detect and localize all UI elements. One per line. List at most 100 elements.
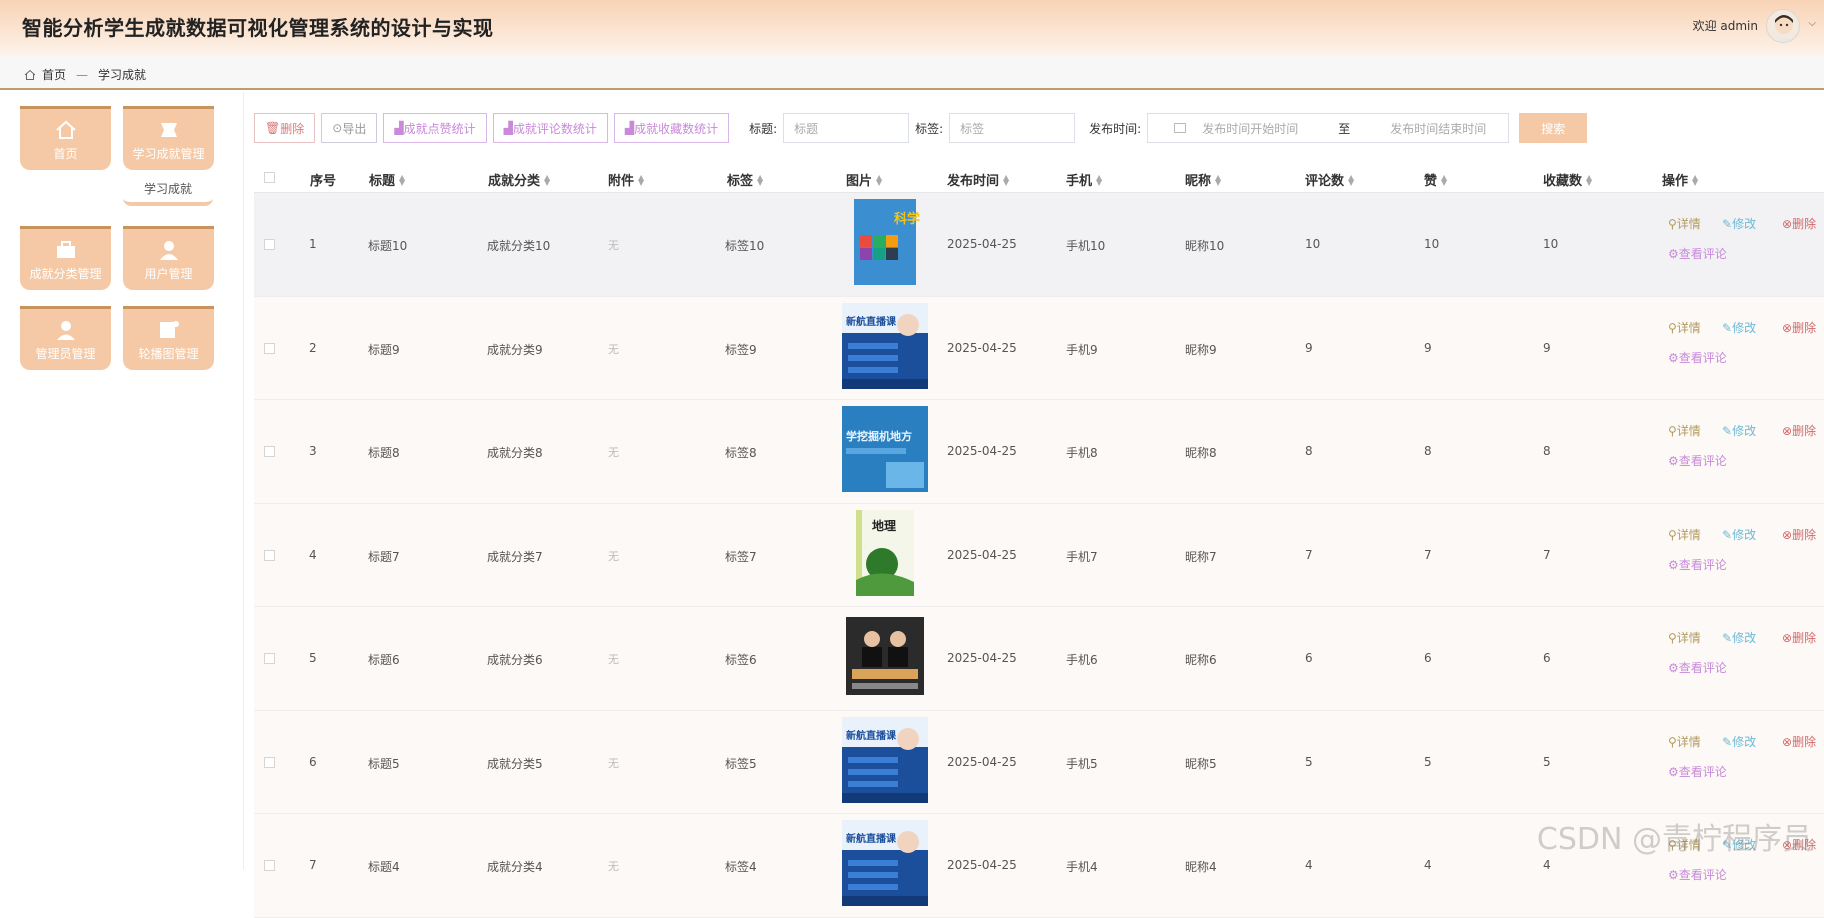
sort-icon[interactable]: ▲▼ [544, 175, 550, 185]
search-icon: ⚲ [1668, 528, 1677, 542]
delete-link[interactable]: ⊗删除 [1782, 733, 1816, 750]
tag-filter-input[interactable]: 标签 [949, 113, 1075, 143]
row-date: 2025-04-25 [947, 755, 1017, 769]
view-comments-link[interactable]: ⚙查看评论 [1668, 349, 1727, 366]
sidebar-item-categories[interactable]: 成就分类管理 [20, 226, 111, 290]
view-comments-link[interactable]: ⚙查看评论 [1668, 866, 1727, 883]
row-checkbox[interactable] [264, 653, 275, 664]
view-comments-link[interactable]: ⚙查看评论 [1668, 245, 1727, 262]
sort-icon[interactable]: ▲▼ [1586, 175, 1592, 185]
favorite-stats-button[interactable]: ▟成就收藏数统计 [614, 113, 729, 143]
column-header[interactable]: 标签▲▼ [727, 170, 763, 189]
detail-label: 详情 [1677, 321, 1701, 335]
edit-link[interactable]: ✎修改 [1722, 526, 1756, 543]
column-header[interactable]: 发布时间▲▼ [947, 170, 1009, 189]
sort-icon[interactable]: ▲▼ [876, 175, 882, 185]
sidebar-submenu-achievements[interactable]: 学习成就 [123, 176, 213, 206]
detail-link[interactable]: ⚲详情 [1668, 319, 1701, 336]
row-thumbnail[interactable]: 科学 [842, 199, 928, 285]
detail-link[interactable]: ⚲详情 [1668, 422, 1701, 439]
search-icon: ⚲ [1668, 321, 1677, 335]
search-button[interactable]: 搜索 [1519, 113, 1587, 143]
like-stats-button[interactable]: ▟成就点赞统计 [383, 113, 486, 143]
view-comments-link[interactable]: ⚙查看评论 [1668, 659, 1727, 676]
view-comments-link[interactable]: ⚙查看评论 [1668, 763, 1727, 780]
row-thumbnail[interactable]: 学挖掘机地方 [842, 406, 928, 492]
row-thumbnail[interactable] [842, 613, 928, 699]
row-nickname: 昵称10 [1185, 237, 1224, 254]
svg-text:地理: 地理 [872, 518, 896, 533]
detail-link[interactable]: ⚲详情 [1668, 215, 1701, 232]
column-header[interactable]: 操作▲▼ [1662, 170, 1698, 189]
sort-icon[interactable]: ▲▼ [1003, 175, 1009, 185]
row-thumbnail[interactable]: 地理 [842, 510, 928, 596]
column-header[interactable]: 昵称▲▼ [1185, 170, 1221, 189]
table-row[interactable]: 6 标题5 成就分类5 无 标签5 新航直播课 2025-04-25 手机5 昵… [254, 711, 1824, 815]
row-thumbnail[interactable]: 新航直播课 [842, 717, 928, 803]
table-row[interactable]: 5 标题6 成就分类6 无 标签6 2025-04-25 手机6 昵称6 6 6… [254, 607, 1824, 711]
detail-link[interactable]: ⚲详情 [1668, 629, 1701, 646]
sidebar-item-admins[interactable]: 管理员管理 [20, 306, 111, 370]
detail-link[interactable]: ⚲详情 [1668, 526, 1701, 543]
title-filter-input[interactable]: 标题 [783, 113, 909, 143]
delete-link[interactable]: ⊗删除 [1782, 422, 1816, 439]
row-thumbnail[interactable]: 新航直播课 [842, 303, 928, 389]
sort-icon[interactable]: ▲▼ [1215, 175, 1221, 185]
column-header[interactable]: 图片▲▼ [846, 170, 882, 189]
end-date-input[interactable]: 发布时间结束时间 [1390, 120, 1486, 137]
view-comments-link[interactable]: ⚙查看评论 [1668, 452, 1727, 469]
column-header[interactable]: 赞▲▼ [1424, 170, 1447, 189]
edit-link[interactable]: ✎修改 [1722, 215, 1756, 232]
delete-button[interactable]: 🗑删除 [254, 113, 315, 143]
close-circle-icon: ⊗ [1782, 424, 1792, 438]
delete-link[interactable]: ⊗删除 [1782, 215, 1816, 232]
breadcrumb-home[interactable]: 首页 [42, 66, 66, 83]
edit-link[interactable]: ✎修改 [1722, 629, 1756, 646]
column-header[interactable]: 标题▲▼ [369, 170, 405, 189]
sort-icon[interactable]: ▲▼ [638, 175, 644, 185]
avatar[interactable] [1766, 9, 1800, 43]
row-checkbox[interactable] [264, 239, 275, 250]
export-button[interactable]: ⊙导出 [321, 113, 377, 143]
column-header[interactable]: 成就分类▲▼ [488, 170, 550, 189]
view-comments-label: 查看评论 [1679, 247, 1727, 261]
edit-link[interactable]: ✎修改 [1722, 733, 1756, 750]
delete-link[interactable]: ⊗删除 [1782, 526, 1816, 543]
row-checkbox[interactable] [264, 343, 275, 354]
sidebar-item-users[interactable]: 用户管理 [123, 226, 214, 290]
sort-icon[interactable]: ▲▼ [399, 175, 405, 185]
delete-link[interactable]: ⊗删除 [1782, 629, 1816, 646]
sort-icon[interactable]: ▲▼ [1692, 175, 1698, 185]
row-thumbnail[interactable]: 新航直播课 [842, 820, 928, 906]
start-date-input[interactable]: 发布时间开始时间 [1202, 120, 1298, 137]
sort-icon[interactable]: ▲▼ [1441, 175, 1447, 185]
column-header[interactable]: 评论数▲▼ [1305, 170, 1354, 189]
sort-icon[interactable]: ▲▼ [757, 175, 763, 185]
sort-icon[interactable]: ▲▼ [1348, 175, 1354, 185]
sidebar-item-achievements[interactable]: 学习成就管理 [123, 106, 214, 170]
delete-link[interactable]: ⊗删除 [1782, 319, 1816, 336]
column-header[interactable]: 附件▲▼ [608, 170, 644, 189]
column-header[interactable]: 收藏数▲▼ [1543, 170, 1592, 189]
edit-link[interactable]: ✎修改 [1722, 319, 1756, 336]
row-checkbox[interactable] [264, 860, 275, 871]
chevron-down-icon[interactable]: ⌵ [1808, 18, 1816, 29]
row-checkbox[interactable] [264, 550, 275, 561]
row-checkbox[interactable] [264, 757, 275, 768]
table-row[interactable]: 3 标题8 成就分类8 无 标签8 学挖掘机地方 2025-04-25 手机8 … [254, 400, 1824, 504]
user-icon [158, 239, 180, 261]
column-header[interactable]: 手机▲▼ [1066, 170, 1102, 189]
detail-link[interactable]: ⚲详情 [1668, 733, 1701, 750]
table-row[interactable]: 4 标题7 成就分类7 无 标签7 地理 2025-04-25 手机7 昵称7 … [254, 504, 1824, 608]
table-row[interactable]: 2 标题9 成就分类9 无 标签9 新航直播课 2025-04-25 手机9 昵… [254, 297, 1824, 401]
table-row[interactable]: 1 标题10 成就分类10 无 标签10 科学 2025-04-25 手机10 … [254, 193, 1824, 297]
view-comments-link[interactable]: ⚙查看评论 [1668, 556, 1727, 573]
row-checkbox[interactable] [264, 446, 275, 457]
edit-link[interactable]: ✎修改 [1722, 422, 1756, 439]
date-range-picker[interactable]: 发布时间开始时间 至 发布时间结束时间 [1147, 113, 1509, 143]
sidebar-item-home[interactable]: 首页 [20, 106, 111, 170]
select-all-checkbox[interactable] [264, 172, 275, 183]
sidebar-item-carousel[interactable]: 轮播图管理 [123, 306, 214, 370]
comment-stats-button[interactable]: ▟成就评论数统计 [493, 113, 608, 143]
sort-icon[interactable]: ▲▼ [1096, 175, 1102, 185]
